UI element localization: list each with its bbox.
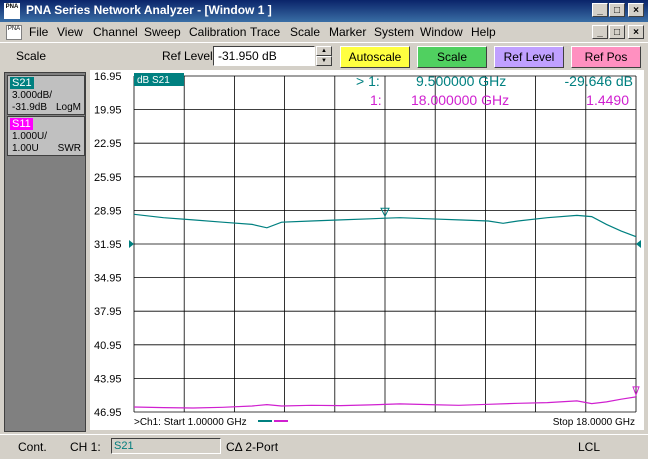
menu-marker[interactable]: Marker xyxy=(329,25,366,39)
menu-file[interactable]: File xyxy=(29,25,48,39)
trace-s21-name: S21 xyxy=(10,77,34,89)
calibration-status: CΔ 2-Port xyxy=(226,440,279,454)
trace-tag: dB S21 xyxy=(137,75,170,86)
y-tick-label: 34.95 xyxy=(94,273,122,285)
scale-button[interactable]: Scale xyxy=(417,46,487,68)
spin-down-icon[interactable]: ▼ xyxy=(316,56,332,66)
doc-minimize-button[interactable]: _ xyxy=(592,25,608,39)
menu-scale[interactable]: Scale xyxy=(290,25,320,39)
ref-level-left-arrow-icon xyxy=(129,240,134,248)
marker-1-s21-value: -29.646 dB xyxy=(565,73,634,89)
menu-view[interactable]: View xyxy=(57,25,83,39)
y-tick-label: 22.95 xyxy=(94,138,122,150)
active-entry-toolbar: Scale Ref Level -31.950 dB ▲ ▼ Autoscale… xyxy=(0,42,648,71)
menu-calibration[interactable]: Calibration xyxy=(189,25,246,39)
menu-system[interactable]: System xyxy=(374,25,414,39)
trace-s11-name: S11 xyxy=(10,118,33,130)
doc-maximize-button[interactable]: □ xyxy=(609,25,625,39)
active-trace-field[interactable]: S21 xyxy=(111,438,221,454)
trace-s21-scale: 3.000dB/ xyxy=(12,90,53,101)
maximize-button[interactable]: □ xyxy=(609,3,625,17)
y-tick-label: 37.95 xyxy=(94,306,122,318)
menu-window[interactable]: Window xyxy=(420,25,463,39)
trace-s21-ref: -31.9dB xyxy=(12,102,48,113)
menu-sweep[interactable]: Sweep xyxy=(144,25,181,39)
doc-close-button[interactable]: × xyxy=(628,25,644,39)
ref-pos-button[interactable]: Ref Pos xyxy=(571,46,641,68)
remote-status: LCL xyxy=(578,440,601,454)
trace-s11-ref: 1.00U xyxy=(12,143,39,154)
menu-channel[interactable]: Channel xyxy=(93,25,138,39)
ref-level-right-arrow-icon xyxy=(636,240,641,248)
y-tick-label: 28.95 xyxy=(94,205,122,217)
marker-1-s11-value: 1.4490 xyxy=(586,92,629,108)
y-tick-label: 43.95 xyxy=(94,373,122,385)
y-tick-label: 16.95 xyxy=(94,71,122,83)
menu-help[interactable]: Help xyxy=(471,25,496,39)
ref-level-button[interactable]: Ref Level xyxy=(494,46,564,68)
sweep-mode: Cont. xyxy=(18,440,47,454)
y-tick-label: 25.95 xyxy=(94,172,122,184)
measurement-display[interactable]: 16.95 19.95 22.95 25.95 28.95 31.95 34.95 37.95… xyxy=(90,70,644,430)
document-icon[interactable]: PNA xyxy=(6,25,22,40)
trace-s21-format: LogM xyxy=(55,102,81,113)
y-tick-label: 40.95 xyxy=(94,340,122,352)
trace-s11-format: SWR xyxy=(57,143,81,154)
autoscale-button[interactable]: Autoscale xyxy=(340,46,410,68)
menu-trace[interactable]: Trace xyxy=(250,25,280,39)
spin-up-icon[interactable]: ▲ xyxy=(316,46,332,56)
title-bar: PNA PNA Series Network Analyzer - [Windo… xyxy=(0,0,648,22)
ref-level-label: Ref Level xyxy=(162,49,213,63)
y-tick-label: 19.95 xyxy=(94,105,122,117)
ref-level-input[interactable]: -31.950 dB xyxy=(213,46,315,66)
marker-1-s11-freq: 18.000000 GHz xyxy=(411,92,509,108)
minimize-button[interactable]: _ xyxy=(592,3,608,17)
marker-1-s11-label: 1: xyxy=(370,92,382,108)
trace-status-panel: S21 3.000dB/ -31.9dB LogM S11 1.000U/ 1.… xyxy=(4,72,86,432)
window-title: PNA Series Network Analyzer - [Window 1 … xyxy=(26,3,272,17)
status-bar: Cont. CH 1: S21 CΔ 2-Port LCL xyxy=(0,434,648,459)
marker-1-s21-label: > 1: xyxy=(356,73,380,89)
trace-s11-box[interactable]: S11 1.000U/ 1.00U SWR xyxy=(7,116,85,156)
measurement-chart[interactable]: 16.95 19.95 22.95 25.95 28.95 31.95 34.95 37.95… xyxy=(90,70,644,430)
stop-frequency: Stop 18.0000 GHz xyxy=(553,417,635,428)
y-axis-labels: 16.95 19.95 22.95 25.95 28.95 31.95 34.95 37.95… xyxy=(94,71,122,419)
graticule xyxy=(133,75,637,413)
close-button[interactable]: × xyxy=(628,3,644,17)
start-frequency: >Ch1: Start 1.00000 GHz xyxy=(134,417,247,428)
menu-bar: PNA File View Channel Sweep Calibration … xyxy=(0,22,648,42)
trace-s11-scale: 1.000U/ xyxy=(12,131,48,142)
ref-level-spinner: ▲ ▼ xyxy=(316,46,332,66)
marker-1-s21-freq: 9.500000 GHz xyxy=(416,73,506,89)
channel-indicator: CH 1: xyxy=(70,440,101,454)
pna-app-icon[interactable]: PNA xyxy=(4,3,20,19)
y-tick-label: 46.95 xyxy=(94,407,122,419)
y-tick-label: 31.95 xyxy=(94,239,122,251)
active-function-label: Scale xyxy=(16,49,47,63)
trace-s21-box[interactable]: S21 3.000dB/ -31.9dB LogM xyxy=(7,75,85,115)
